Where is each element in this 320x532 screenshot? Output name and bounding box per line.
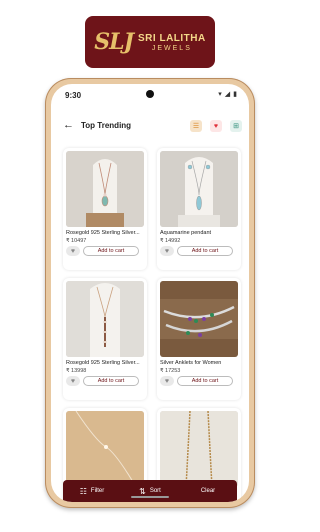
filter-label: Filter — [90, 488, 105, 494]
add-to-cart-button[interactable]: Add to cart — [177, 376, 233, 386]
filter-button[interactable]: ☷ Filter — [63, 487, 121, 496]
add-to-cart-button[interactable]: Add to cart — [177, 246, 233, 256]
product-image[interactable] — [160, 281, 238, 357]
signal-icon: ◢ — [224, 91, 231, 98]
product-image[interactable] — [66, 411, 144, 487]
product-price: ₹ 14992 — [160, 238, 181, 244]
cart-icon[interactable]: ⊞ — [230, 120, 242, 132]
brand-logo: SLJ SRI LALITHA JEWELS — [85, 16, 215, 68]
product-image[interactable] — [66, 281, 144, 357]
home-indicator — [131, 496, 169, 498]
product-image[interactable] — [66, 151, 144, 227]
brand-name: SRI LALITHA JEWELS — [138, 33, 206, 52]
sort-icon: ⇅ — [139, 486, 146, 496]
product-price: ₹ 17253 — [160, 368, 181, 374]
product-card[interactable]: Rosegold 925 Sterling Silver... ₹ 10497 … — [63, 148, 147, 270]
app-screen: 9:30 ▾ ◢ ▮ ← Top Trending ☰ ♥ ⊞ Rosegold… — [51, 84, 249, 502]
product-name: Silver Anklets for Women — [160, 360, 222, 366]
clear-button[interactable]: Clear — [179, 488, 237, 494]
product-image[interactable] — [160, 411, 238, 487]
status-bar: 9:30 ▾ ◢ ▮ — [51, 84, 249, 106]
wishlist-heart-icon[interactable]: ♥ — [160, 376, 174, 386]
product-price: ₹ 13998 — [66, 368, 87, 374]
heart-icon[interactable]: ♥ — [210, 120, 222, 132]
status-time: 9:30 — [65, 91, 82, 100]
product-price: ₹ 10497 — [66, 238, 87, 244]
brand-name-line1: SRI LALITHA — [138, 32, 206, 44]
add-to-cart-button[interactable]: Add to cart — [83, 246, 139, 256]
sort-label: Sort — [149, 488, 161, 494]
sort-button[interactable]: ⇅ Sort — [121, 487, 179, 496]
clear-label: Clear — [200, 488, 216, 494]
brand-name-line2: JEWELS — [151, 44, 192, 52]
product-card[interactable]: Rosegold 925 Sterling Silver... ₹ 13998 … — [63, 278, 147, 400]
wifi-icon: ▾ — [218, 91, 222, 98]
bottom-action-bar: ☷ Filter ⇅ Sort Clear — [63, 480, 237, 502]
battery-icon: ▮ — [233, 91, 237, 98]
filter-icon: ☷ — [79, 486, 87, 496]
product-grid: Rosegold 925 Sterling Silver... ₹ 10497 … — [51, 144, 249, 502]
product-name: Aquamarine pendant — [160, 230, 212, 236]
product-name: Rosegold 925 Sterling Silver... — [66, 360, 140, 366]
add-to-cart-button[interactable]: Add to cart — [83, 376, 139, 386]
product-card[interactable]: Aquamarine pendant ₹ 14992 ♥ Add to cart — [157, 148, 241, 270]
product-card[interactable]: Silver Anklets for Women ₹ 17253 ♥ Add t… — [157, 278, 241, 400]
product-name: Rosegold 925 Sterling Silver... — [66, 230, 140, 236]
wishlist-heart-icon[interactable]: ♥ — [66, 246, 80, 256]
back-arrow-icon[interactable]: ← — [63, 119, 74, 131]
system-icons: ▾ ◢ ▮ — [218, 91, 237, 99]
app-bar: ← Top Trending ☰ ♥ ⊞ — [51, 114, 249, 140]
phone-frame: 9:30 ▾ ◢ ▮ ← Top Trending ☰ ♥ ⊞ Rosegold… — [45, 78, 255, 508]
front-camera — [146, 90, 154, 98]
page-title: Top Trending — [81, 121, 132, 130]
list-icon[interactable]: ☰ — [190, 120, 202, 132]
wishlist-heart-icon[interactable]: ♥ — [160, 246, 174, 256]
product-image[interactable] — [160, 151, 238, 227]
brand-monogram: SLJ — [94, 29, 134, 55]
wishlist-heart-icon[interactable]: ♥ — [66, 376, 80, 386]
